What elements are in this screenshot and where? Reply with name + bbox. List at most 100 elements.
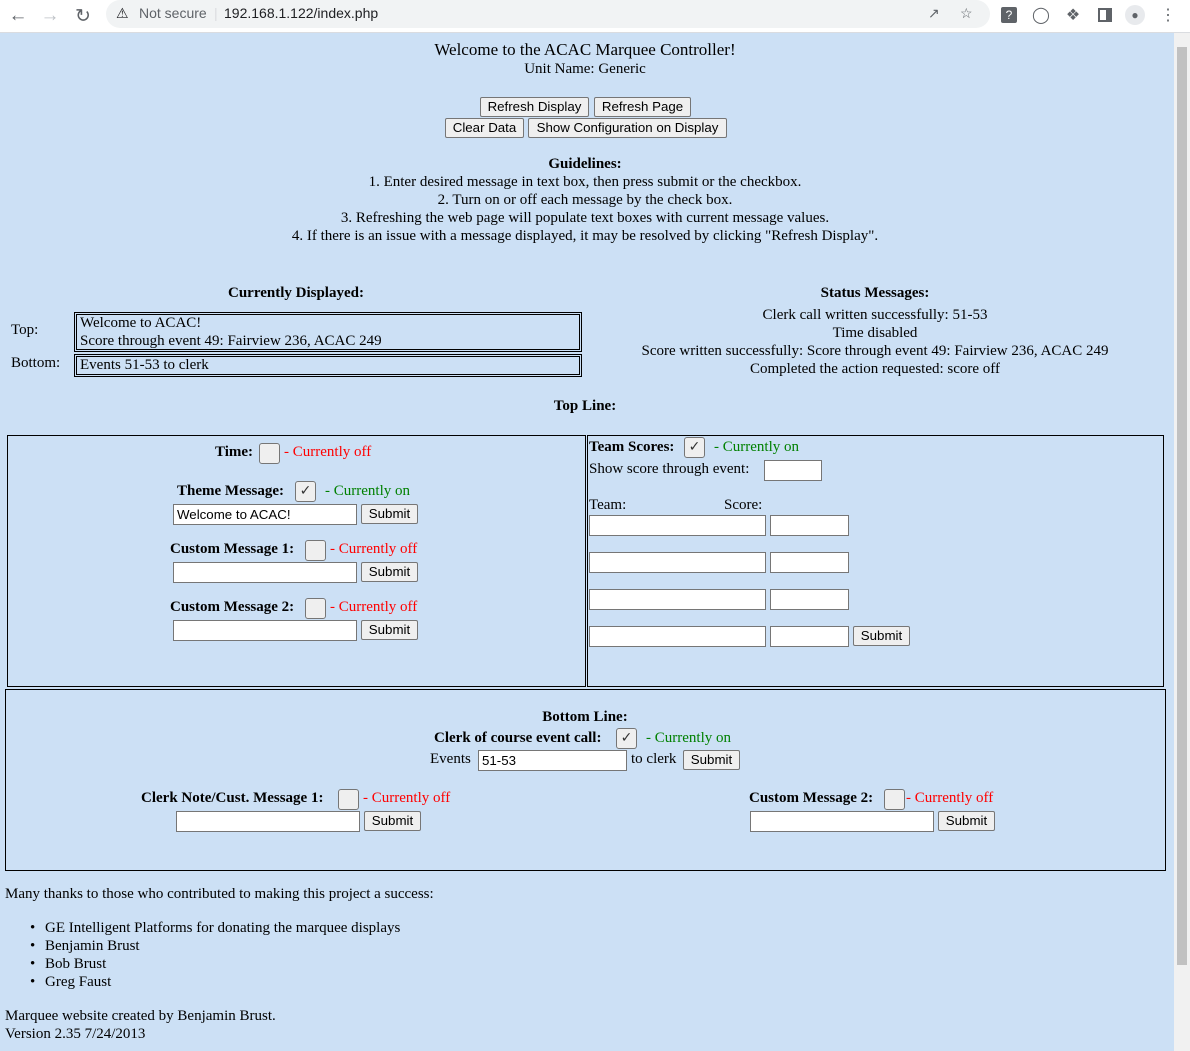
custom-message-2-input[interactable] (173, 620, 357, 641)
clerk-call-status: - Currently on (646, 730, 731, 746)
clear-data-button[interactable]: Clear Data (445, 118, 524, 138)
team-score-input[interactable] (770, 626, 849, 647)
show-score-label: Show score through event: (589, 461, 750, 477)
bottom-custom-message-2-label: Custom Message 2: (749, 790, 874, 806)
team-name-input[interactable] (589, 589, 766, 610)
theme-message-status: - Currently on (325, 483, 410, 499)
guideline-item: 3. Refreshing the web page will populate… (340, 210, 830, 226)
team-name-input[interactable] (589, 515, 766, 536)
contributor-item: Benjamin Brust (45, 938, 140, 954)
custom-message-1-input[interactable] (173, 562, 357, 583)
bullet-icon: • (30, 974, 36, 990)
team-score-input[interactable] (770, 515, 849, 536)
clerk-note-submit-button[interactable]: Submit (364, 811, 421, 831)
forward-icon[interactable]: → (38, 4, 62, 28)
share-icon[interactable]: ↗ (928, 5, 940, 22)
score-event-input[interactable] (764, 460, 822, 481)
theme-message-input[interactable]: Welcome to ACAC! (173, 504, 357, 525)
top-display-box: Welcome to ACAC! Score through event 49:… (74, 312, 582, 352)
unit-name: Unit Name: Generic (524, 61, 646, 77)
currently-displayed-heading: Currently Displayed: (228, 285, 364, 301)
version-text: Version 2.35 7/24/2013 (5, 1026, 146, 1042)
contributor-item: GE Intelligent Platforms for donating th… (45, 920, 401, 936)
clerk-note-label: Clerk Note/Cust. Message 1: (141, 790, 324, 806)
status-heading: Status Messages: (820, 285, 930, 301)
contributor-item: Greg Faust (45, 974, 112, 990)
status-message: Time disabled (832, 325, 918, 341)
team-score-input[interactable] (770, 589, 849, 610)
bottom-custom-message-2-checkbox[interactable] (884, 789, 905, 810)
clerk-note-status: - Currently off (363, 790, 451, 806)
bottom-display-box: Events 51-53 to clerk (74, 354, 582, 377)
events-label: Events (430, 751, 471, 767)
bottom-custom-message-2-status: - Currently off (906, 790, 994, 806)
page-title: Welcome to the ACAC Marquee Controller! (434, 40, 736, 59)
team-scores-submit-button[interactable]: Submit (853, 626, 910, 646)
custom-2-submit-button[interactable]: Submit (361, 620, 418, 640)
contributor-item: Bob Brust (45, 956, 107, 972)
thanks-text: Many thanks to those who contributed to … (5, 886, 434, 902)
team-score-input[interactable] (770, 552, 849, 573)
reload-icon[interactable]: ↻ (71, 4, 95, 28)
clerk-call-checkbox[interactable]: ✓ (616, 728, 637, 749)
profile-avatar-icon[interactable]: ● (1125, 5, 1145, 25)
address-divider: | (214, 5, 218, 21)
bottom-line-text: Events 51-53 to clerk (80, 357, 209, 373)
bookmark-star-icon[interactable]: ☆ (960, 5, 973, 22)
status-message: Clerk call written successfully: 51-53 (762, 307, 988, 323)
time-status: - Currently off (284, 444, 372, 460)
credit-text: Marquee website created by Benjamin Brus… (5, 1008, 276, 1024)
team-column-header: Team: (589, 497, 627, 513)
clerk-call-submit-button[interactable]: Submit (683, 750, 740, 770)
to-clerk-label: to clerk (631, 751, 677, 767)
theme-submit-button[interactable]: Submit (361, 504, 418, 524)
browser-toolbar: ← → ↻ ⚠ Not secure | 192.168.1.122/index… (0, 0, 1190, 33)
team-scores-checkbox[interactable]: ✓ (684, 437, 705, 458)
extensions-puzzle-icon[interactable]: ❖ (1063, 5, 1083, 25)
menu-kebab-icon[interactable]: ⋮ (1158, 5, 1178, 25)
show-configuration-button[interactable]: Show Configuration on Display (528, 118, 727, 138)
guidelines-heading: Guidelines: (548, 156, 622, 172)
refresh-page-button[interactable]: Refresh Page (594, 97, 691, 117)
warning-icon[interactable]: ⚠ (116, 5, 129, 22)
bullet-icon: • (30, 938, 36, 954)
custom-message-2-status: - Currently off (330, 599, 418, 615)
team-name-input[interactable] (589, 552, 766, 573)
score-column-header: Score: (724, 497, 763, 513)
bottom-custom-message-2-input[interactable] (750, 811, 934, 832)
back-icon[interactable]: ← (6, 4, 30, 28)
custom-message-2-checkbox[interactable] (305, 598, 326, 619)
side-panel-icon[interactable] (1095, 5, 1115, 25)
top-line-heading: Top Line: (553, 398, 617, 414)
bullet-icon: • (30, 956, 36, 972)
status-message: Score written successfully: Score throug… (641, 343, 1109, 359)
team-scores-status: - Currently on (714, 439, 799, 455)
refresh-display-button[interactable]: Refresh Display (480, 97, 589, 117)
guideline-item: 1. Enter desired message in text box, th… (368, 174, 802, 190)
theme-message-label: Theme Message: (177, 483, 285, 499)
top-label: Top: (11, 322, 39, 338)
scrollbar-thumb[interactable] (1177, 47, 1187, 965)
custom-1-submit-button[interactable]: Submit (361, 562, 418, 582)
security-label[interactable]: Not secure (139, 5, 207, 21)
bottom-label: Bottom: (11, 355, 61, 371)
status-message: Completed the action requested: score of… (749, 361, 1001, 377)
time-checkbox[interactable] (259, 443, 280, 464)
guideline-item: 2. Turn on or off each message by the ch… (437, 192, 733, 208)
url-text[interactable]: 192.168.1.122/index.php (224, 5, 378, 21)
clerk-note-input[interactable] (176, 811, 360, 832)
custom-message-1-checkbox[interactable] (305, 540, 326, 561)
guideline-item: 4. If there is an issue with a message d… (291, 228, 879, 244)
theme-message-checkbox[interactable]: ✓ (295, 481, 316, 502)
custom-message-1-status: - Currently off (330, 541, 418, 557)
team-name-input[interactable] (589, 626, 766, 647)
custom-message-1-label: Custom Message 1: (170, 541, 295, 557)
address-bar[interactable]: ⚠ Not secure | 192.168.1.122/index.php ↗… (106, 0, 990, 28)
top-line-1: Welcome to ACAC! (80, 315, 202, 331)
extension-help-icon[interactable]: ? (999, 5, 1019, 25)
bottom-custom-2-submit-button[interactable]: Submit (938, 811, 995, 831)
extension-circle-icon[interactable]: ◯ (1031, 5, 1051, 25)
events-input[interactable]: 51-53 (478, 750, 627, 771)
bottom-line-heading: Bottom Line: (542, 709, 628, 725)
clerk-note-checkbox[interactable] (338, 789, 359, 810)
